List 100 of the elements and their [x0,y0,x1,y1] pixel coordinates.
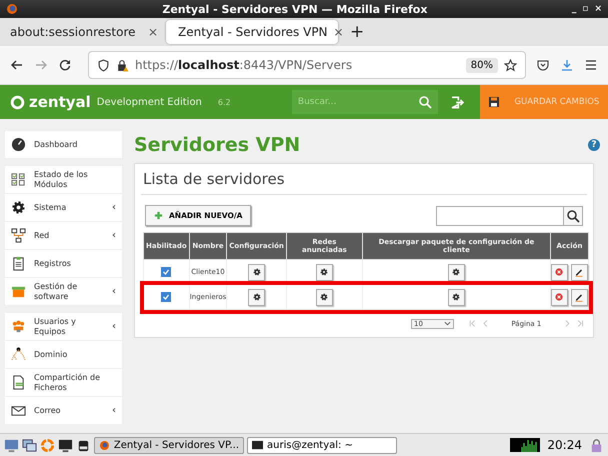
menu-icon[interactable] [584,58,598,72]
sidebar-item[interactable]: Estado de los Módulos [5,166,122,194]
delete-button[interactable] [550,264,568,280]
delete-icon [554,292,564,302]
page-title: Servidores VPN [134,134,300,156]
activity-graph-icon [510,438,540,452]
lock-icon[interactable] [589,438,604,452]
network-icon [11,228,26,243]
settings-button[interactable] [448,264,465,280]
clock: 20:24 [547,438,582,452]
taskbar-window-label: Zentyal - Servidores VP... [114,440,239,450]
monitor-icon[interactable] [58,438,73,452]
browser-tab[interactable]: about:sessionrestore × [4,20,164,44]
pocket-icon[interactable] [536,58,550,72]
sidebar-item[interactable]: Dashboard [5,131,122,159]
sidebar-label: Compartición de Ficheros [34,373,102,392]
settings-button[interactable] [316,264,333,280]
monitor-icon [252,440,263,450]
help-button[interactable]: ? [588,139,600,151]
panel-title: Lista de servidores [141,164,587,195]
sidebar-item[interactable]: Registros [5,250,122,278]
window-control[interactable]: ▫ [582,4,588,14]
document-icon [11,375,26,390]
tab-label: Zentyal - Servidores VPN [178,25,328,39]
tab-label: about:sessionrestore [10,25,136,39]
sidebar-label: Dominio [34,350,68,360]
sidebar-item[interactable]: Red ‹ [5,222,122,250]
edition-label: Development Edition [96,96,202,108]
caret-icon [444,320,451,327]
windows-icon[interactable] [22,438,37,452]
logout-icon[interactable] [450,94,464,110]
delete-button[interactable] [550,288,568,306]
sidebar-label: Usuarios y Equipos [34,317,77,336]
tab-close[interactable]: × [148,25,158,39]
box-icon [11,284,26,299]
version-label: 6.2 [218,98,231,106]
gear-icon [252,267,262,277]
reload-icon[interactable] [58,58,72,72]
gear-icon [451,267,462,277]
sidebar-item[interactable]: Sistema ‹ [5,194,122,222]
search-field[interactable]: Buscar... [292,90,438,114]
submenu-chevron: ‹ [112,230,116,241]
sidebar-label: Correo [34,406,62,416]
logo-text: zentyal [29,93,91,111]
taskbar-window-button[interactable]: Zentyal - Servidores VP... [94,436,244,454]
sidebar-label: Estado de los Módulos [34,170,89,189]
sidebar-item[interactable]: Correo ‹ [5,397,122,425]
browser-logo-icon [6,3,18,15]
download-icon[interactable] [560,58,574,72]
lock-icon [116,58,129,72]
address-bar[interactable]: https://localhost:8443/VPN/Servers 80% [88,51,526,79]
users-icon [11,319,26,334]
sidebar-item[interactable]: Compartición de Ficheros [5,369,122,397]
sidebar-label: Gestión de software [34,282,78,301]
clipboard-icon [11,256,26,271]
gauge-icon [11,137,26,152]
settings-button[interactable] [248,264,266,280]
sidebar-label: Registros [34,258,72,268]
back-arrow-icon[interactable] [10,58,24,72]
delete-icon [554,267,564,277]
browser-logo-icon [99,440,110,450]
search-icon[interactable] [418,95,432,109]
taskbar-window-label: auris@zentyal: ~ [267,440,353,450]
gear-icon [451,292,462,302]
sidebar-item[interactable]: Usuarios y Equipos ‹ [5,313,122,341]
checkmark-icon [162,268,170,276]
url-text: https://localhost:8443/VPN/Servers [135,58,354,72]
window-control[interactable]: × [594,4,602,14]
edit-button[interactable] [570,264,588,280]
window-title: Zentyal - Servidores VPN — Mozilla Firefox [161,2,428,16]
gear-icon [11,200,26,215]
gear-icon [319,267,330,277]
pencil-icon [574,292,584,302]
submenu-chevron: ‹ [112,321,116,332]
sidebar-item[interactable]: Dominio [5,341,122,369]
ring-icon [10,94,25,110]
settings-button[interactable] [448,288,465,306]
sidebar-label: Red [34,230,50,240]
taskbar-window-button[interactable]: auris@zentyal: ~ [247,436,397,454]
submenu-chevron: ‹ [112,286,116,297]
pencil-icon [574,267,584,277]
window-control[interactable]: _ [572,4,576,14]
gear-icon [252,292,262,302]
settings-button[interactable] [316,288,333,306]
sidebar-item[interactable]: Gestión de software ‹ [5,278,122,306]
settings-button[interactable] [248,288,266,306]
star-icon[interactable] [504,58,517,72]
checkbox-grid-icon [11,172,26,187]
zoom-level[interactable]: 80% [466,58,498,72]
shield-icon [97,58,110,72]
submenu-chevron: ‹ [112,202,116,213]
submenu-chevron: ‹ [112,405,116,416]
tree-icon [11,347,26,362]
plus-icon [154,211,163,220]
enabled-checkbox[interactable] [161,292,172,302]
sidebar-label: Sistema [34,202,68,212]
gear-icon [319,292,330,302]
edit-button[interactable] [570,288,588,306]
checkmark-icon [162,293,170,301]
enabled-checkbox[interactable] [161,267,172,277]
